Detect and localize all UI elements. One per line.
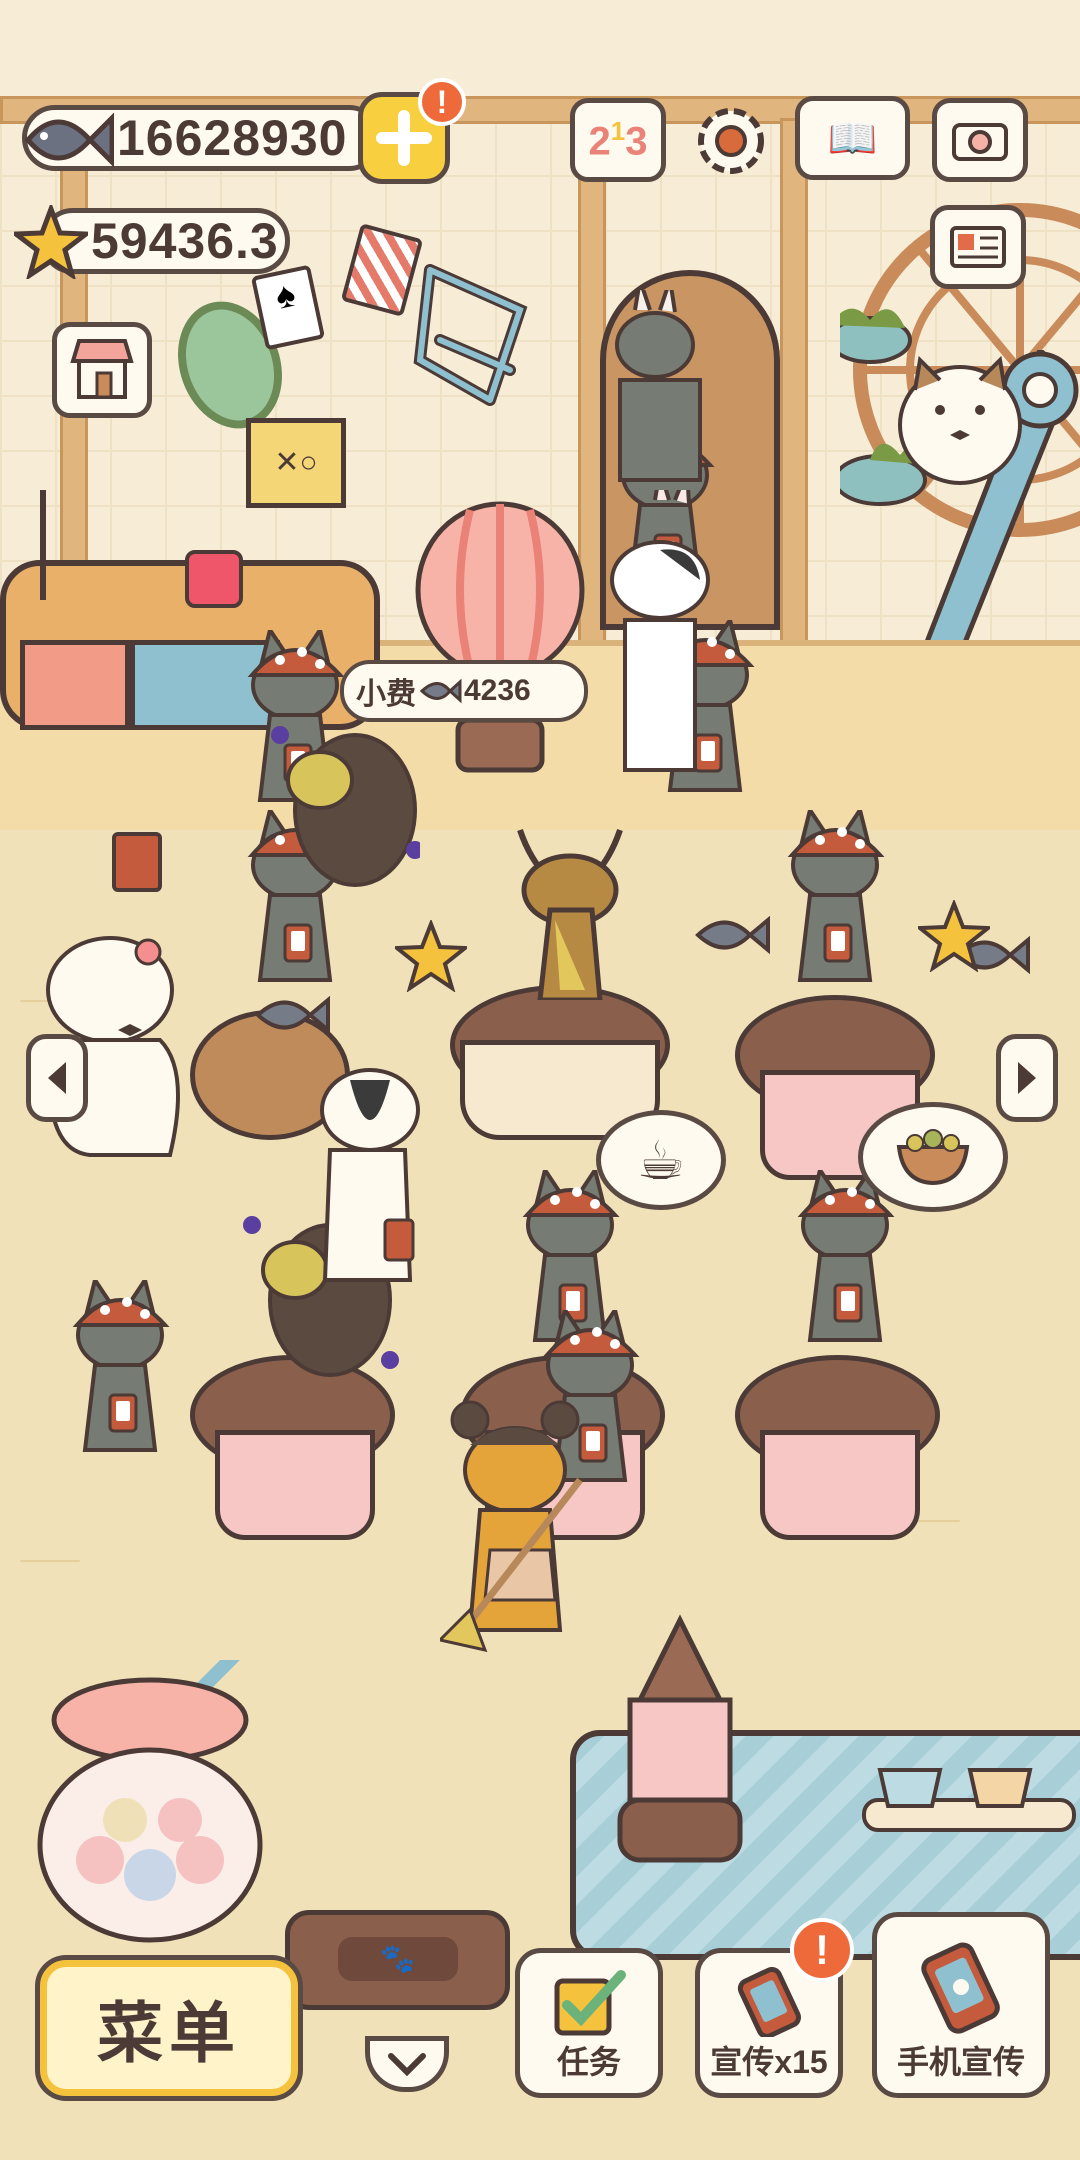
ranking-button[interactable]: 213: [570, 98, 666, 182]
scroll-left-button[interactable]: [26, 1034, 88, 1122]
tasks-label: 任务: [556, 2044, 621, 2080]
badger-customer[interactable]: [310, 1060, 440, 1290]
menu-button[interactable]: 菜单: [40, 1960, 298, 2096]
settings-button[interactable]: [686, 96, 776, 186]
xo-sign: ✕○: [246, 418, 346, 508]
camera-icon: [952, 123, 1008, 161]
wolf-customer[interactable]: [780, 810, 890, 985]
tip-amount: 4236: [464, 674, 531, 707]
tip-label: 小费: [356, 678, 416, 711]
deer-customer[interactable]: [500, 820, 640, 1000]
promote-label: 宣传x15: [710, 2044, 828, 2080]
star-currency-value: 59436.3: [91, 213, 279, 269]
coffee-cup-icon: ☕: [636, 1130, 686, 1191]
candy-jar: [37, 1660, 263, 1943]
ranking-icon: 213: [588, 115, 648, 164]
cake-stand: [40, 490, 116, 600]
star-reward-icon[interactable]: [395, 920, 467, 992]
chevron-down-icon: [388, 2053, 426, 2076]
jelly-dessert: [185, 550, 243, 608]
phone-promo-icon: [921, 1942, 1000, 2034]
table-base: [215, 1430, 375, 1540]
shop-icon: [70, 339, 134, 399]
drink-machine: [617, 1614, 743, 1863]
fish-reward-icon[interactable]: [250, 990, 330, 1040]
profile-card-button[interactable]: [930, 205, 1026, 289]
wall-post-right: [780, 118, 808, 644]
white-cat-on-wheel[interactable]: [895, 350, 1025, 490]
food-order-bubble[interactable]: [858, 1102, 1008, 1212]
camera-button[interactable]: [932, 98, 1028, 182]
floor-mark: [20, 1560, 80, 1562]
settings-icon: [698, 108, 764, 174]
shop-button[interactable]: [52, 322, 152, 418]
star-reward-icon[interactable]: [918, 900, 990, 972]
dog-customer[interactable]: [605, 490, 725, 790]
notification-badge: !: [418, 78, 466, 126]
phone-promo-icon: [737, 1967, 802, 2037]
pet-bed[interactable]: 🐾: [285, 1910, 510, 2010]
fish-icon: [24, 112, 114, 168]
fish-icon: [419, 678, 462, 704]
hot-air-balloon: [415, 501, 585, 773]
teacups: [862, 1768, 1076, 1832]
hedgehog-customer[interactable]: [270, 720, 420, 890]
scroll-right-button[interactable]: [996, 1034, 1058, 1122]
phone-card-pickup[interactable]: [112, 832, 162, 892]
arrow-right-icon: [1018, 1062, 1036, 1094]
counter-panel-pink: [20, 640, 130, 730]
paw-icon: 🐾: [337, 1937, 458, 1981]
rabbit-customers[interactable]: [600, 290, 740, 490]
fish-currency-value: 16628930: [117, 110, 348, 166]
book-icon: 📖: [827, 116, 878, 161]
cat-waiter-sweeping[interactable]: [440, 1400, 610, 1660]
phone-promote-label: 手机宣传: [896, 2044, 1025, 2080]
fish-reward-icon[interactable]: [690, 910, 770, 960]
table-base: [760, 1430, 920, 1540]
menu-label: 菜单: [97, 1996, 241, 2070]
promote-notification-badge: !: [790, 1918, 854, 1982]
card-icon: [950, 226, 1006, 268]
coffee-order-bubble[interactable]: ☕: [596, 1110, 726, 1210]
wolf-customer[interactable]: [65, 1280, 175, 1455]
salad-bowl-icon: [896, 1129, 970, 1186]
star-icon: [14, 205, 88, 279]
tasks-button[interactable]: 任务: [515, 1948, 663, 2098]
hanging-chair: [413, 264, 528, 406]
tip-bubble[interactable]: 小费 4236: [340, 660, 588, 722]
checklist-icon: [554, 1970, 626, 2036]
arrow-left-icon: [48, 1062, 66, 1094]
recipe-book-button[interactable]: 📖: [795, 96, 910, 180]
phone-promote-button[interactable]: 手机宣传: [872, 1912, 1050, 2098]
